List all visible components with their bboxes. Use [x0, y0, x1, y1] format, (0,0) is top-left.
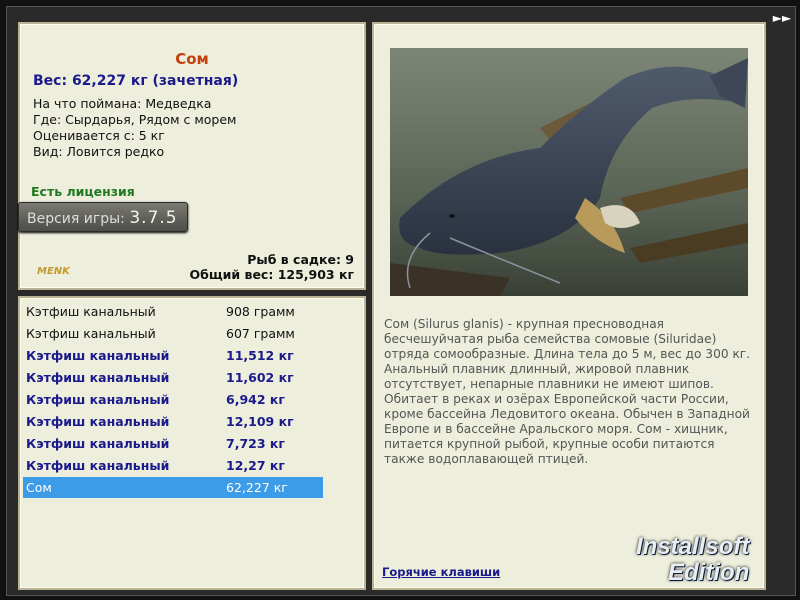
fish-detail-panel: Сом (Silurus glanis) - крупная пресновод… [372, 22, 766, 590]
list-item-weight: 11,602 кг [226, 370, 294, 385]
list-item-name: Кэтфиш канальный [26, 414, 170, 429]
list-item[interactable]: Кэтфиш канальный 7,723 кг [23, 433, 323, 454]
rated-from-info: Оценивается с: 5 кг [33, 128, 165, 143]
hotkeys-link[interactable]: Горячие клавиши [382, 565, 500, 579]
catfish-image [390, 48, 748, 296]
list-item-name: Сом [26, 480, 52, 495]
list-item-weight: 12,109 кг [226, 414, 294, 429]
list-item[interactable]: Кэтфиш канальный 908 грамм [23, 301, 323, 322]
list-item-name: Кэтфиш канальный [26, 392, 170, 407]
list-item-name: Кэтфиш канальный [26, 326, 156, 341]
list-item[interactable]: Кэтфиш канальный 12,27 кг [23, 455, 323, 476]
list-item[interactable]: Кэтфиш канальный 6,942 кг [23, 389, 323, 410]
list-item-weight: 7,723 кг [226, 436, 285, 451]
list-item-weight: 6,942 кг [226, 392, 285, 407]
list-item[interactable]: Кэтфиш канальный 11,602 кг [23, 367, 323, 388]
menk-logo: MENK [37, 266, 70, 277]
catch-list: Кэтфиш канальный 908 грамм Кэтфиш канальны… [23, 301, 361, 585]
catfish-photo [390, 48, 748, 296]
rarity-info: Вид: Ловится редко [33, 144, 165, 159]
list-item-name: Кэтфиш канальный [26, 436, 170, 451]
catch-list-panel: Кэтфиш канальный 908 грамм Кэтфиш канальны… [18, 296, 366, 590]
list-item-weight: 908 грамм [226, 304, 295, 319]
bait-info: На что поймана: Медведка [33, 96, 212, 111]
list-item[interactable]: Кэтфиш канальный 12,109 кг [23, 411, 323, 432]
watermark-line1: Installsoft [636, 533, 750, 560]
fish-info-panel: Сом Вес: 62,227 кг (зачетная) На что пой… [18, 22, 366, 290]
total-weight: Общий вес: 125,903 кг [189, 267, 355, 282]
list-item-weight: 607 грамм [226, 326, 295, 341]
list-item-selected[interactable]: Сом 62,227 кг [23, 477, 323, 498]
game-version-badge: Версия игры: 3.7.5 [18, 202, 188, 232]
list-item-name: Кэтфиш канальный [26, 458, 170, 473]
fish-description: Сом (Silurus glanis) - крупная пресновод… [384, 317, 751, 466]
fish-title: Сом [175, 50, 209, 68]
fish-in-net-count: Рыб в садке: 9 [247, 252, 354, 267]
version-number: 3.7.5 [129, 208, 178, 228]
list-item-weight: 62,227 кг [226, 480, 288, 495]
next-page-button[interactable]: ►► [770, 10, 794, 26]
list-item-weight: 12,27 кг [226, 458, 285, 473]
watermark-line2: Edition [668, 559, 750, 586]
list-item-name: Кэтфиш канальный [26, 370, 170, 385]
list-item[interactable]: Кэтфиш канальный 11,512 кг [23, 345, 323, 366]
fish-weight: Вес: 62,227 кг (зачетная) [33, 73, 239, 89]
version-label: Версия игры: [27, 211, 130, 227]
list-item-name: Кэтфиш канальный [26, 304, 156, 319]
installsoft-watermark: Installsoft Edition [636, 534, 749, 586]
list-item-name: Кэтфиш канальный [26, 348, 170, 363]
list-item-weight: 11,512 кг [226, 348, 294, 363]
list-item[interactable]: Кэтфиш канальный 607 грамм [23, 323, 323, 344]
license-status: Есть лицензия [31, 184, 135, 199]
location-info: Где: Сырдарья, Рядом с морем [33, 112, 237, 127]
